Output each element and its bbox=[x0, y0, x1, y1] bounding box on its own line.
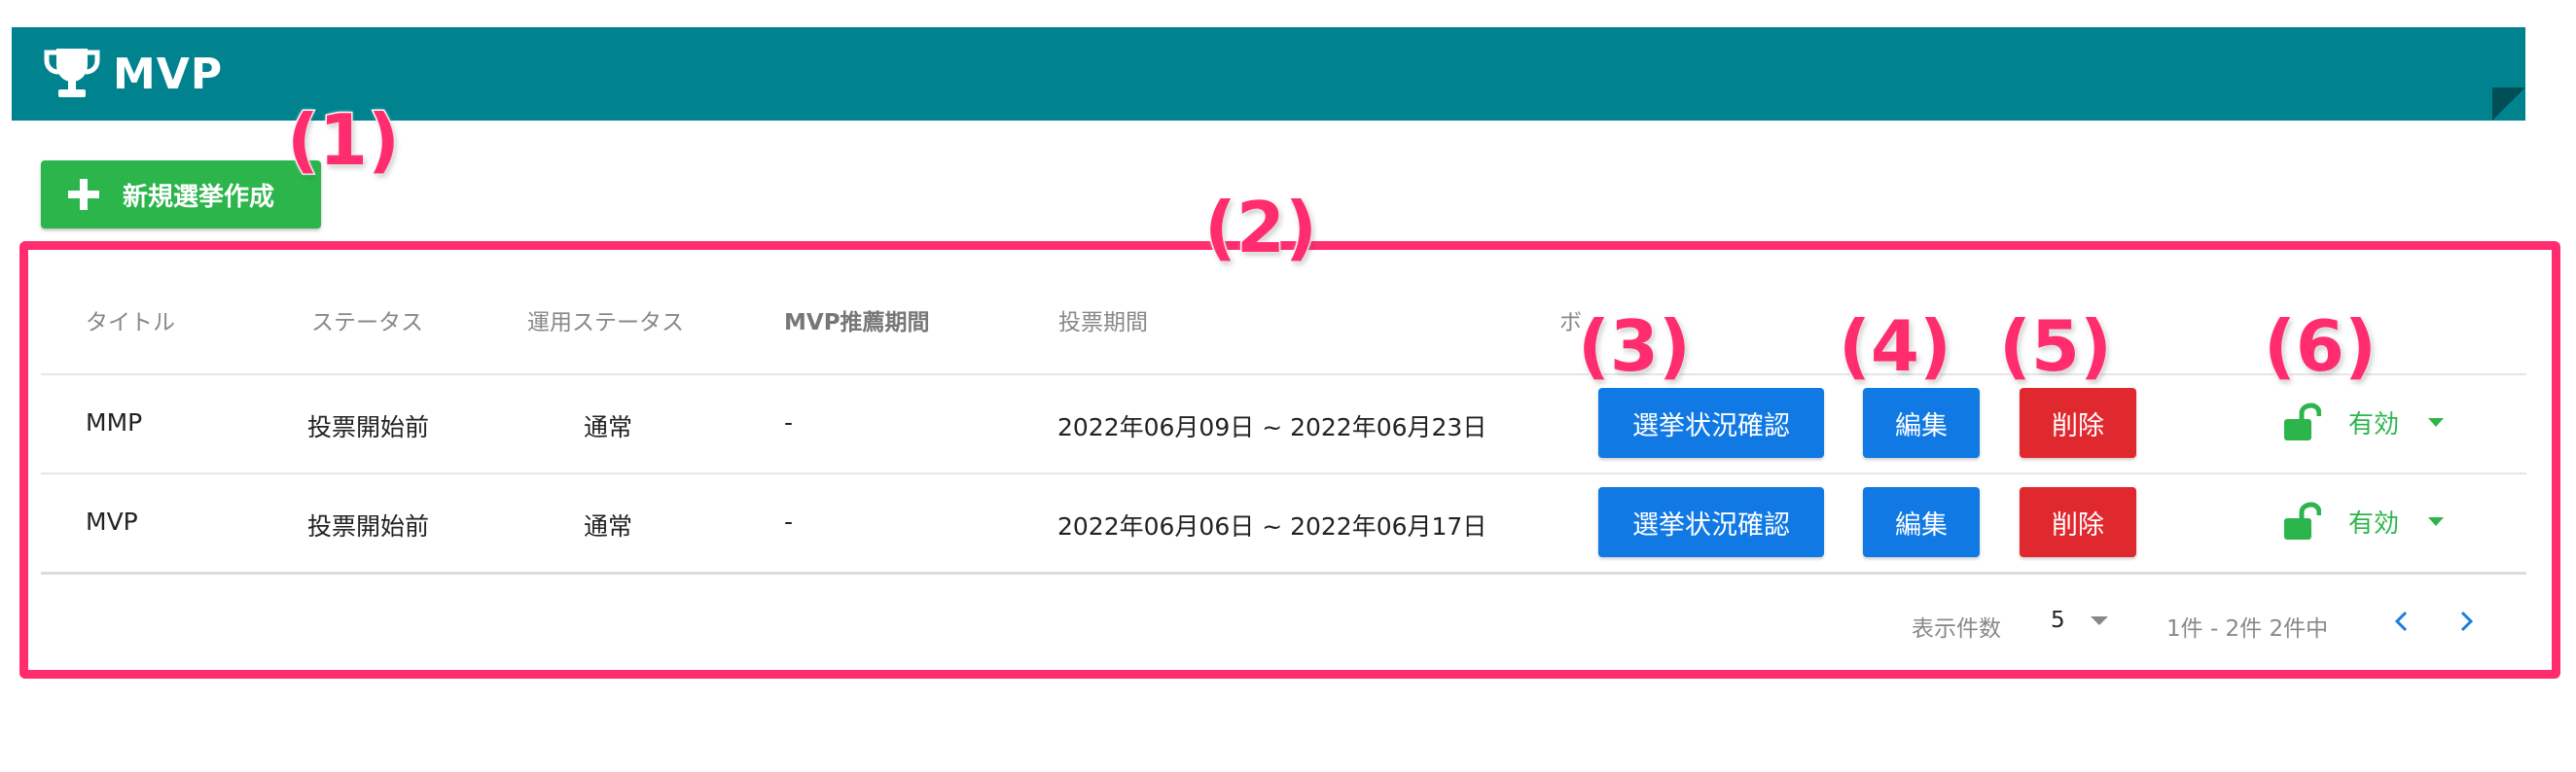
plus-icon bbox=[68, 179, 99, 210]
state-label: 有効 bbox=[2348, 409, 2400, 439]
delete-button[interactable]: 削除 bbox=[2020, 487, 2136, 557]
edit-button[interactable]: 編集 bbox=[1863, 388, 1980, 458]
trophy-icon bbox=[44, 49, 100, 97]
table-bottom-divider bbox=[41, 572, 2526, 575]
column-header-title: タイトル bbox=[86, 310, 175, 335]
column-header-vote-period: 投票期間 bbox=[1058, 310, 1148, 335]
banner-fold-corner bbox=[2492, 88, 2525, 121]
table-divider bbox=[41, 373, 2526, 375]
unlock-icon bbox=[2284, 403, 2321, 440]
per-page-select[interactable]: 5 bbox=[2051, 608, 2108, 633]
row-mvp-period: - bbox=[784, 508, 794, 536]
state-dropdown[interactable]: 有効 bbox=[2282, 502, 2445, 541]
new-election-button[interactable]: 新規選挙作成 bbox=[41, 160, 321, 228]
callout-2: (2) bbox=[1203, 187, 1319, 268]
callout-4: (4) bbox=[1838, 305, 1953, 387]
row-status: 投票開始前 bbox=[307, 413, 430, 441]
check-status-button[interactable]: 選挙状況確認 bbox=[1598, 388, 1824, 458]
page-title: MVP bbox=[113, 49, 224, 99]
row-ops-status: 通常 bbox=[584, 413, 633, 441]
row-title: MMP bbox=[86, 408, 143, 437]
column-header-ops-status: 運用ステータス bbox=[527, 310, 684, 335]
row-vote-period: 2022年06月09日 ~ 2022年06月23日 bbox=[1057, 413, 1487, 441]
row-mvp-period: - bbox=[784, 408, 794, 437]
callout-1: (1) bbox=[286, 99, 402, 181]
pagination-range: 1件 - 2件 2件中 bbox=[2166, 616, 2329, 642]
chevron-down-icon bbox=[2428, 417, 2445, 427]
column-header-status: ステータス bbox=[311, 310, 423, 335]
chevron-left-icon[interactable] bbox=[2389, 609, 2415, 634]
check-status-button[interactable]: 選挙状況確認 bbox=[1598, 487, 1824, 557]
unlock-icon bbox=[2284, 502, 2321, 540]
callout-6: (6) bbox=[2263, 305, 2379, 387]
row-status: 投票開始前 bbox=[307, 512, 430, 541]
callout-5: (5) bbox=[1998, 305, 2114, 387]
callout-3: (3) bbox=[1577, 305, 1693, 387]
new-election-label: 新規選挙作成 bbox=[123, 182, 275, 212]
caret-down-icon bbox=[2090, 615, 2108, 625]
edit-button[interactable]: 編集 bbox=[1863, 487, 1980, 557]
row-ops-status: 通常 bbox=[584, 512, 633, 541]
column-header-mvp-period: MVP推薦期間 bbox=[784, 310, 930, 335]
state-label: 有効 bbox=[2348, 509, 2400, 539]
table-divider bbox=[41, 473, 2526, 474]
per-page-label: 表示件数 bbox=[1912, 616, 2001, 642]
state-dropdown[interactable]: 有効 bbox=[2282, 403, 2445, 441]
chevron-down-icon bbox=[2428, 516, 2445, 526]
delete-button[interactable]: 削除 bbox=[2020, 388, 2136, 458]
per-page-value: 5 bbox=[2051, 608, 2065, 633]
chevron-right-icon[interactable] bbox=[2453, 609, 2479, 634]
row-title: MVP bbox=[86, 508, 138, 536]
row-vote-period: 2022年06月06日 ~ 2022年06月17日 bbox=[1057, 512, 1487, 541]
